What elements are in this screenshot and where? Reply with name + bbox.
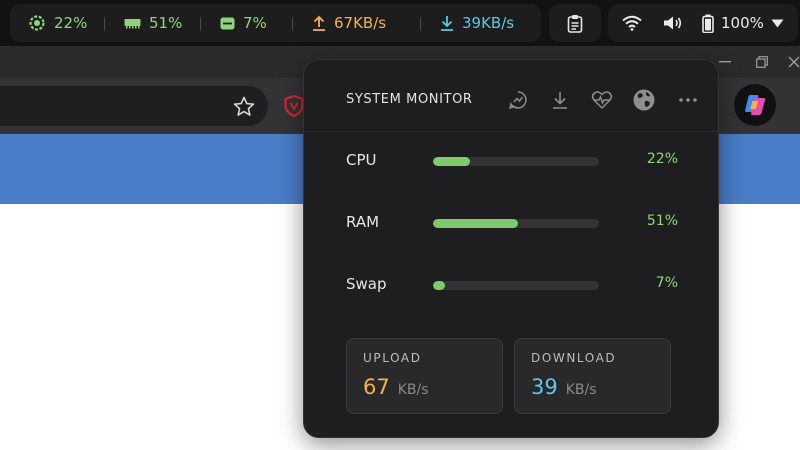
separator: [420, 17, 421, 31]
upload-unit: KB/s: [397, 382, 429, 398]
shield-icon: [284, 95, 304, 117]
close-button[interactable]: [787, 55, 800, 69]
upload-value: 67KB/s: [334, 14, 387, 32]
battery-value: 100%: [721, 14, 764, 32]
globe-icon: [633, 89, 655, 111]
ram-bar-track: [433, 219, 599, 228]
system-stats-indicator[interactable]: 22% 51% 7% 67KB/s 39KB/s: [10, 4, 541, 42]
cpu-bar-track: [433, 157, 599, 166]
download-button[interactable]: [548, 88, 572, 112]
download-card: DOWNLOAD 39 KB/s: [514, 338, 671, 414]
popup-header: SYSTEM MONITOR: [304, 60, 718, 132]
chart-button[interactable]: [506, 88, 530, 112]
ram-indicator[interactable]: 51%: [124, 4, 182, 42]
ram-bar-fill: [433, 219, 518, 228]
download-reading: 39 KB/s: [531, 375, 597, 399]
cpu-row: CPU 22%: [304, 145, 718, 175]
ram-icon: [124, 19, 141, 29]
clipboard-indicator[interactable]: [549, 4, 601, 42]
health-button[interactable]: [590, 88, 614, 112]
address-bar[interactable]: [0, 86, 268, 126]
swap-bar-fill: [433, 281, 445, 290]
download-icon: [553, 92, 567, 109]
popup-title: SYSTEM MONITOR: [346, 92, 473, 107]
system-menu-toggle[interactable]: [771, 4, 784, 42]
top-panel: 22% 51% 7% 67KB/s 39KB/s 100%: [0, 0, 800, 46]
heartbeat-icon: [591, 91, 613, 110]
upload-label: UPLOAD: [363, 351, 422, 365]
separator: [200, 17, 201, 31]
copilot-button[interactable]: [734, 84, 776, 126]
swap-label: Swap: [346, 275, 387, 293]
separator: [104, 17, 105, 31]
ram-row: RAM 51%: [304, 207, 718, 237]
battery-status[interactable]: 100%: [702, 4, 764, 42]
system-menu-indicator[interactable]: 100%: [608, 4, 798, 42]
upload-indicator[interactable]: 67KB/s: [312, 4, 386, 42]
cpu-percent: 22%: [646, 151, 678, 167]
upload-reading: 67 KB/s: [363, 375, 429, 399]
bookmark-button[interactable]: [232, 94, 256, 118]
clipboard-icon: [567, 14, 583, 33]
swap-row: Swap 7%: [304, 269, 718, 299]
ram-percent: 51%: [646, 213, 678, 229]
wifi-icon: [622, 15, 642, 31]
download-indicator[interactable]: 39KB/s: [440, 4, 514, 42]
copilot-icon: [745, 95, 766, 115]
download-arrow-icon: [441, 16, 453, 31]
cpu-chip-icon: [29, 15, 45, 31]
system-monitor-popup: SYSTEM MONITOR CPU 22% RAM 51% Swap 7% U…: [303, 59, 719, 438]
download-label: DOWNLOAD: [531, 351, 617, 365]
swap-bar-track: [433, 281, 599, 290]
volume-icon: [664, 16, 682, 30]
download-value: 39KB/s: [462, 14, 515, 32]
separator: [292, 17, 293, 31]
download-number: 39: [531, 375, 558, 399]
ram-value: 51%: [149, 14, 183, 32]
upload-number: 67: [363, 375, 390, 399]
upload-arrow-icon: [313, 15, 325, 31]
star-icon: [233, 96, 255, 116]
swap-percent: 7%: [655, 275, 678, 291]
battery-icon: [702, 14, 714, 33]
ram-label: RAM: [346, 213, 380, 231]
minimize-button[interactable]: [718, 55, 732, 69]
restore-button[interactable]: [755, 55, 769, 69]
volume-status[interactable]: [663, 4, 682, 42]
more-button[interactable]: [676, 88, 700, 112]
swap-value: 7%: [243, 14, 267, 32]
swap-indicator[interactable]: 7%: [220, 4, 267, 42]
cpu-indicator[interactable]: 22%: [28, 4, 87, 42]
swap-icon: [220, 17, 235, 29]
wifi-status[interactable]: [622, 4, 642, 42]
download-unit: KB/s: [565, 382, 597, 398]
cpu-bar-fill: [433, 157, 470, 166]
chart-icon: [508, 91, 527, 110]
cpu-label: CPU: [346, 151, 377, 169]
close-icon: [788, 56, 800, 68]
minimize-icon: [719, 61, 731, 63]
more-icon: [679, 98, 697, 102]
caret-down-icon: [771, 19, 784, 27]
restore-icon: [756, 56, 768, 68]
cpu-value: 22%: [54, 14, 88, 32]
globe-button[interactable]: [632, 88, 656, 112]
upload-card: UPLOAD 67 KB/s: [346, 338, 503, 414]
